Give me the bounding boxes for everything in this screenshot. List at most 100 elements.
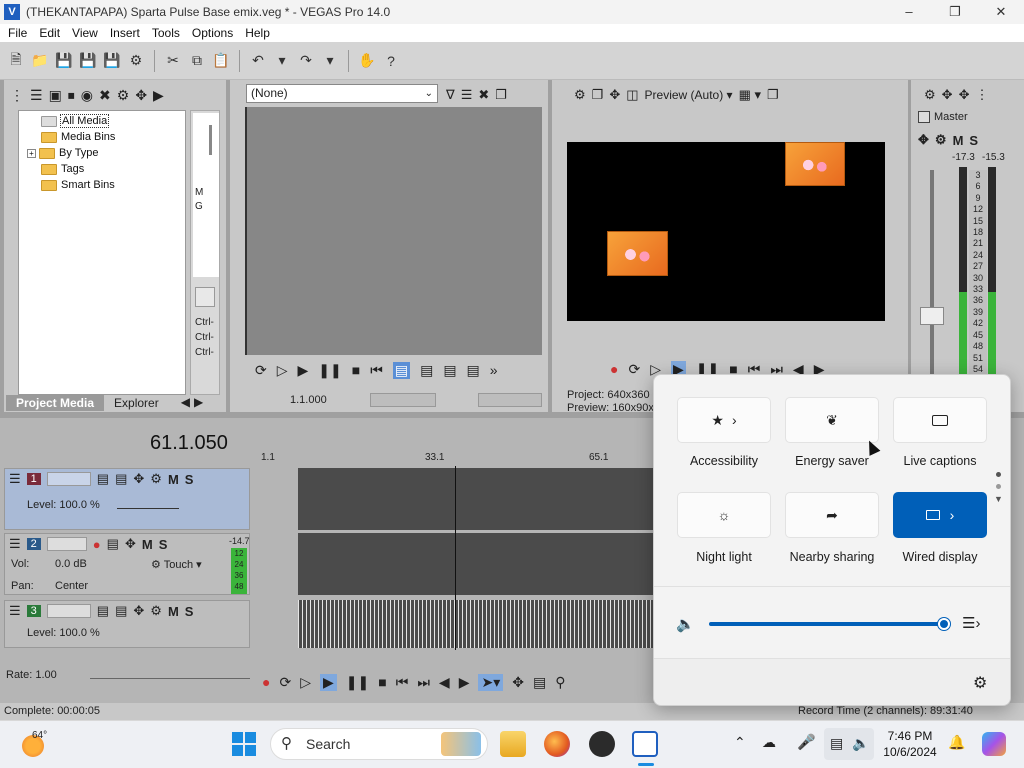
- expand-icon[interactable]: +: [27, 148, 36, 158]
- route-icon[interactable]: ✥: [125, 536, 136, 552]
- preview-fx-icon[interactable]: ◫: [626, 87, 638, 103]
- track-header-2[interactable]: ☰ 2 ● ▤ ✥ M S Vol: 0.0 dB Pan: Center ⚙ …: [4, 533, 250, 595]
- route-icon[interactable]: ✥: [918, 132, 929, 148]
- master-fader-handle[interactable]: [920, 307, 944, 325]
- loop-icon[interactable]: ⟳: [628, 361, 640, 378]
- track-name-field[interactable]: [46, 537, 87, 551]
- copy-icon[interactable]: ⧉: [187, 51, 207, 71]
- preview-mode-select[interactable]: Preview (Auto) ▾: [645, 88, 733, 102]
- playhead-cursor[interactable]: [455, 466, 456, 650]
- fit-icon[interactable]: ▤: [467, 362, 480, 379]
- page-dot[interactable]: [996, 484, 1001, 489]
- undo-icon[interactable]: ↶: [248, 51, 268, 71]
- file-explorer-icon[interactable]: [500, 731, 526, 757]
- rate-slider[interactable]: [90, 678, 250, 679]
- track-lane-2[interactable]: [298, 533, 654, 595]
- record-icon[interactable]: ●: [610, 361, 618, 377]
- nearby-sharing-tile[interactable]: ➦: [785, 492, 879, 538]
- play-icon[interactable]: ▶: [298, 362, 309, 379]
- track-collapse-icon[interactable]: ☰: [9, 603, 21, 619]
- show-hidden-icons-icon[interactable]: ⌃: [734, 734, 746, 751]
- tab-scroll-right-icon[interactable]: ▶: [194, 395, 203, 411]
- clock-date[interactable]: 10/6/2024: [880, 745, 940, 759]
- play-media-icon[interactable]: ▶: [153, 87, 164, 104]
- media-fx-icon[interactable]: ✥: [135, 87, 147, 104]
- menu-insert[interactable]: Insert: [104, 26, 146, 40]
- stop-icon[interactable]: ■: [352, 362, 360, 378]
- track-collapse-icon[interactable]: ☰: [9, 536, 21, 552]
- loop-icon[interactable]: ⟳: [279, 674, 291, 691]
- go-to-start-icon[interactable]: ⏮: [370, 362, 383, 379]
- track-name-field[interactable]: [46, 472, 91, 486]
- volume-slider-thumb[interactable]: [938, 618, 950, 630]
- hand-icon[interactable]: ✋: [357, 51, 377, 71]
- track-motion-icon[interactable]: ▤: [97, 471, 109, 487]
- vegas-taskbar-icon[interactable]: [632, 731, 658, 757]
- new-icon[interactable]: 🗎: [6, 51, 26, 71]
- onedrive-icon[interactable]: ☁: [762, 734, 776, 751]
- solo-button[interactable]: S: [185, 604, 194, 619]
- mixer-fx-icon[interactable]: ✥: [942, 87, 953, 103]
- add-before-icon[interactable]: ▤: [420, 362, 433, 379]
- trimmer-media-select[interactable]: (None) ⌄: [246, 84, 438, 103]
- track-name-field[interactable]: [46, 604, 91, 618]
- timeline-ruler[interactable]: 1.1 33.1 65.1: [258, 450, 654, 466]
- minimize-button[interactable]: –: [886, 0, 932, 24]
- tree-item-smart-bins[interactable]: Smart Bins: [21, 177, 183, 193]
- zoom-tool-icon[interactable]: ⚲: [555, 674, 565, 691]
- external-monitor-icon[interactable]: ❐: [592, 87, 604, 103]
- go-to-end-icon[interactable]: ⏭: [417, 674, 430, 691]
- record-icon[interactable]: ●: [262, 674, 270, 690]
- open-icon[interactable]: 📁: [30, 51, 50, 71]
- microphone-icon[interactable]: 🎤: [797, 733, 816, 751]
- edit-tool-icon[interactable]: ➤▾: [478, 673, 504, 691]
- prev-frame-icon[interactable]: ◀: [439, 674, 450, 691]
- track-fx-icon[interactable]: ▤: [107, 536, 119, 552]
- level-slider[interactable]: [117, 499, 179, 509]
- audio-output-icon[interactable]: ☰›: [962, 614, 980, 632]
- get-media-icon[interactable]: ⏹: [68, 87, 75, 104]
- properties-gear-icon[interactable]: ⚙: [126, 51, 146, 71]
- spellcheck-icon[interactable]: ∇: [446, 87, 455, 103]
- mixer-options-icon[interactable]: ⋮: [975, 87, 988, 103]
- envelope-tool-icon[interactable]: ✥: [512, 674, 524, 691]
- obs-icon[interactable]: [589, 731, 615, 757]
- trimmer-length-bar[interactable]: [478, 393, 542, 407]
- track-header-3[interactable]: ☰ 3 ▤ ▤ ✥ ⚙ M S Level: 100.0 %: [4, 600, 250, 648]
- tab-explorer[interactable]: Explorer: [104, 395, 169, 411]
- track-settings-gear-icon[interactable]: ⚙: [150, 471, 162, 487]
- night-light-tile[interactable]: ☼: [677, 492, 771, 538]
- fx-gear-icon[interactable]: ⚙: [935, 132, 947, 148]
- add-to-timeline-icon[interactable]: ▤: [392, 361, 411, 379]
- pause-icon[interactable]: ❚❚: [346, 674, 369, 691]
- whats-this-help-icon[interactable]: ?: [381, 51, 401, 71]
- notifications-bell-icon[interactable]: 🔔: [948, 734, 965, 751]
- split-screen-icon[interactable]: ✥: [609, 87, 620, 103]
- menu-file[interactable]: File: [2, 26, 33, 40]
- volume-slider-track[interactable]: [709, 622, 943, 626]
- remove-icon[interactable]: ✖: [99, 87, 111, 104]
- render-icon[interactable]: 💾: [102, 51, 122, 71]
- compositing-icon[interactable]: ✥: [133, 603, 144, 619]
- track-fx-icon[interactable]: ▤: [115, 471, 127, 487]
- preview-settings-gear-icon[interactable]: ⚙: [574, 87, 586, 103]
- paste-icon[interactable]: 📋: [211, 51, 231, 71]
- track-header-1[interactable]: ☰ 1 ▤ ▤ ✥ ⚙ M S Level: 100.0 %: [4, 468, 250, 530]
- tree-item-by-type[interactable]: + By Type: [21, 145, 183, 161]
- automation-mode[interactable]: ⚙ Touch ▾: [151, 558, 202, 571]
- tab-project-media[interactable]: Project Media: [6, 395, 105, 411]
- play-from-start-icon[interactable]: ▷: [300, 674, 311, 691]
- quick-settings-button[interactable]: ▤ 🔈: [824, 728, 874, 760]
- trimmer-position-field[interactable]: 1.1.000: [290, 394, 327, 406]
- capture-icon[interactable]: ▣: [49, 87, 62, 104]
- menu-edit[interactable]: Edit: [33, 26, 66, 40]
- master-solo-button[interactable]: S: [969, 133, 978, 148]
- track-settings-gear-icon[interactable]: ⚙: [150, 603, 162, 619]
- selection-tool-icon[interactable]: ▤: [533, 674, 546, 691]
- import-media-icon[interactable]: ⋮: [10, 87, 24, 104]
- tree-item-media-bins[interactable]: Media Bins: [21, 129, 183, 145]
- play-icon[interactable]: ▶: [319, 673, 337, 691]
- redo-icon[interactable]: ↷: [296, 51, 316, 71]
- solo-button[interactable]: S: [185, 472, 194, 487]
- wired-display-tile[interactable]: ›: [893, 492, 987, 538]
